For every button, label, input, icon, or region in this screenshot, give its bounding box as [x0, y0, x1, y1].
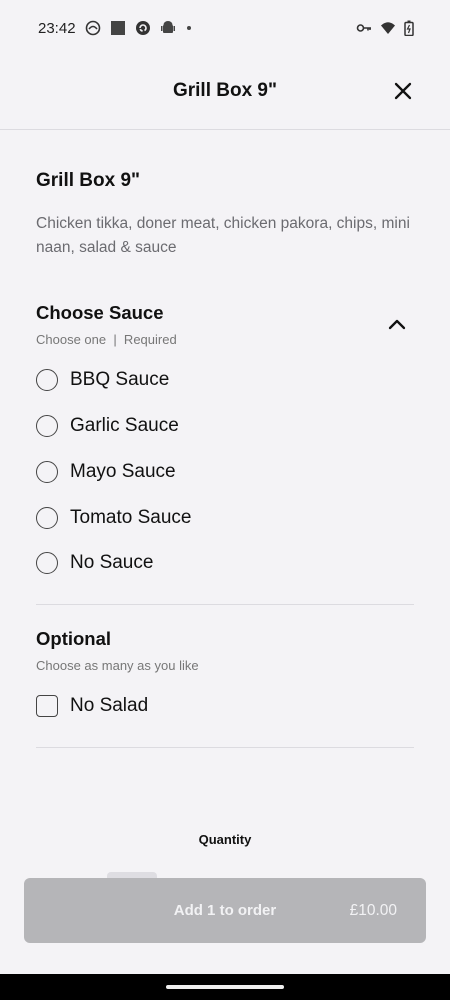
optional-no-salad[interactable]: No Salad — [36, 686, 414, 726]
sauce-section-subtitle: Choose one | Required — [36, 332, 177, 347]
sauce-option-garlic[interactable]: Garlic Sauce — [36, 406, 414, 446]
key-icon — [356, 20, 372, 36]
page-title: Grill Box 9" — [172, 80, 278, 101]
android-icon — [160, 20, 176, 36]
option-label: No Sauce — [70, 552, 154, 573]
status-time: 23:42 — [38, 19, 76, 37]
status-left: 23:42 — [38, 20, 193, 37]
optional-section-title: Optional — [36, 628, 112, 649]
home-handle[interactable] — [166, 985, 284, 989]
add-to-order-button[interactable]: Add 1 to order £10.00 — [24, 878, 426, 943]
radio-button[interactable] — [36, 415, 58, 437]
sauce-option-mayo[interactable]: Mayo Sauce — [36, 452, 414, 492]
navigation-bar — [0, 974, 450, 1000]
sauce-option-bbq[interactable]: BBQ Sauce — [36, 360, 414, 400]
close-icon — [394, 82, 412, 100]
radio-button[interactable] — [36, 461, 58, 483]
status-right — [356, 20, 414, 37]
divider — [36, 604, 414, 605]
close-button[interactable] — [392, 80, 414, 102]
chevron-up-icon — [388, 319, 406, 330]
option-label: No Salad — [70, 695, 149, 716]
radio-button[interactable] — [36, 369, 58, 391]
battery-icon — [404, 20, 414, 37]
option-label: Garlic Sauce — [70, 415, 179, 436]
optional-section-subtitle: Choose as many as you like — [36, 658, 199, 673]
option-label: Tomato Sauce — [70, 507, 192, 528]
radio-button[interactable] — [36, 552, 58, 574]
app-icon — [85, 20, 101, 36]
wifi-icon — [380, 20, 396, 36]
dot-icon — [185, 20, 193, 36]
square-icon — [110, 20, 126, 36]
item-description: Chicken tikka, doner meat, chicken pakor… — [36, 215, 410, 256]
divider — [36, 747, 414, 748]
option-label: BBQ Sauce — [70, 369, 170, 390]
sauce-section-title: Choose Sauce — [36, 302, 164, 323]
sauce-option-tomato[interactable]: Tomato Sauce — [36, 498, 414, 538]
radio-button[interactable] — [36, 507, 58, 529]
header: Grill Box 9" — [0, 56, 450, 130]
order-price: £10.00 — [349, 902, 397, 919]
status-bar: 23:42 — [0, 0, 450, 56]
item-title: Grill Box 9" — [36, 170, 141, 191]
sync-icon — [135, 20, 151, 36]
sauce-option-none[interactable]: No Sauce — [36, 543, 414, 583]
checkbox[interactable] — [36, 695, 58, 717]
quantity-label: Quantity — [198, 832, 252, 847]
collapse-sauce-button[interactable] — [386, 314, 408, 336]
option-label: Mayo Sauce — [70, 461, 176, 482]
